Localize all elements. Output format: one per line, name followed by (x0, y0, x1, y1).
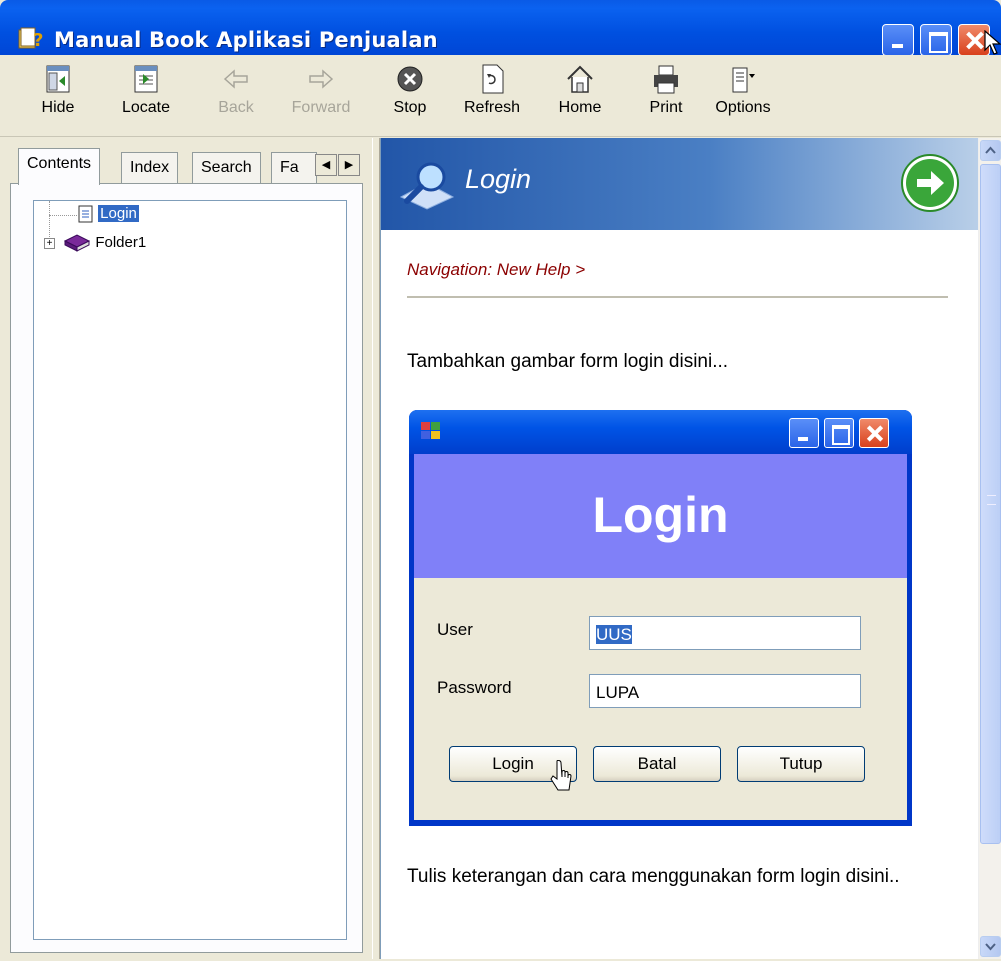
locate-label: Locate (121, 99, 171, 116)
login-form-image: Login User UUS Password LUPA Login Batal… (409, 410, 912, 826)
scroll-up-button[interactable] (980, 140, 1001, 161)
refresh-button[interactable]: Refresh (462, 62, 522, 117)
hide-icon (46, 65, 70, 93)
tab-favorites[interactable]: Fa (271, 152, 317, 184)
next-topic-arrow-icon[interactable] (899, 152, 961, 214)
print-label: Print (649, 99, 683, 116)
login-form-titlebar (409, 410, 912, 454)
mouse-cursor-icon (550, 760, 572, 791)
breadcrumb[interactable]: Navigation: New Help > (407, 260, 585, 280)
back-label: Back (218, 99, 254, 116)
stop-label: Stop (393, 99, 427, 116)
print-button[interactable]: Print (642, 62, 690, 117)
back-arrow-icon (223, 69, 248, 89)
tree-item-login[interactable]: Login (78, 205, 139, 223)
tab-scroll-left-button[interactable]: ◀ (315, 154, 337, 176)
options-button[interactable]: Options (712, 62, 774, 117)
title-bar[interactable]: ? Manual Book Aplikasi Penjualan (0, 0, 1001, 56)
form-close-button (859, 418, 889, 448)
tab-contents[interactable]: Contents (18, 148, 101, 185)
nav-tabs: Contents Index Search Fa ◀ ▶ (8, 148, 364, 185)
form-minimize-button (789, 418, 819, 448)
scroll-grip (987, 495, 996, 505)
topic-pane: Login Navigation: New Help > Tambahkan g… (380, 138, 978, 959)
tree-line (49, 215, 77, 216)
tab-search[interactable]: Search (192, 152, 261, 184)
help-window: ? Manual Book Aplikasi Penjualan Hide Lo… (0, 0, 1001, 959)
tab-scroll-right-button[interactable]: ▶ (338, 154, 360, 176)
tree-item-folder1[interactable]: + Folder1 (44, 233, 146, 253)
home-button[interactable]: Home (556, 62, 604, 117)
hide-label: Hide (41, 99, 75, 116)
tree-item-label: Login (98, 205, 139, 222)
login-form-body: Login User UUS Password LUPA Login Batal… (414, 454, 907, 820)
stop-icon (397, 66, 423, 92)
forward-label: Forward (291, 99, 351, 116)
vertical-scrollbar[interactable] (978, 138, 1001, 959)
home-icon (567, 65, 593, 93)
topic-header: Login (381, 138, 978, 230)
tab-index[interactable]: Index (121, 152, 179, 184)
pane-splitter[interactable] (372, 138, 380, 959)
forward-arrow-icon (309, 69, 334, 89)
contents-panel: Login + Folder1 (10, 183, 363, 953)
printer-icon (654, 65, 678, 94)
contents-tree[interactable]: Login + Folder1 (33, 200, 347, 940)
hide-button[interactable]: Hide (36, 62, 80, 117)
scroll-thumb[interactable] (980, 164, 1001, 844)
book-icon (64, 234, 91, 252)
refresh-label: Refresh (463, 99, 521, 116)
user-label: User (437, 620, 473, 639)
chevron-down-icon (985, 943, 996, 951)
tree-item-label: Folder1 (95, 233, 147, 251)
toolbar: Hide Locate Back Forward Stop Refresh Ho… (0, 55, 1001, 137)
mouse-cursor-icon (984, 30, 1001, 55)
refresh-icon (482, 64, 504, 94)
locate-button[interactable]: Locate (116, 62, 176, 117)
svg-text:?: ? (33, 30, 43, 50)
window-title: Manual Book Aplikasi Penjualan (54, 28, 438, 52)
stop-button[interactable]: Stop (388, 62, 432, 117)
tutup-button: Tutup (737, 746, 865, 782)
options-label: Options (715, 99, 771, 116)
forward-button[interactable]: Forward (284, 62, 358, 117)
form-app-icon (421, 422, 440, 439)
options-icon (732, 67, 755, 93)
user-field-value: UUS (596, 625, 632, 644)
minimize-button[interactable] (882, 24, 914, 56)
home-label: Home (558, 99, 602, 116)
scroll-down-button[interactable] (980, 936, 1001, 957)
login-form-heading: Login (592, 487, 729, 543)
chevron-up-icon (985, 146, 996, 154)
password-field: LUPA (589, 674, 861, 708)
help-book-icon: ? (18, 27, 43, 50)
maximize-button[interactable] (920, 24, 952, 56)
topic-paragraph: Tulis keterangan dan cara menggunakan fo… (407, 866, 900, 887)
search-magnifier-icon (399, 162, 455, 210)
navigation-pane: Contents Index Search Fa ◀ ▶ Login + Fol… (0, 138, 372, 959)
login-form-header: Login (414, 454, 907, 578)
user-field: UUS (589, 616, 861, 650)
expand-icon[interactable]: + (44, 237, 55, 249)
topic-title: Login (465, 164, 532, 194)
topic-page-icon (78, 205, 93, 223)
divider (407, 296, 948, 298)
topic-paragraph: Tambahkan gambar form login disini... (407, 351, 729, 372)
password-field-value: LUPA (596, 683, 640, 702)
password-label: Password (437, 678, 512, 697)
back-button[interactable]: Back (212, 62, 260, 117)
batal-button: Batal (593, 746, 721, 782)
form-maximize-button (824, 418, 854, 448)
locate-icon (134, 65, 158, 93)
